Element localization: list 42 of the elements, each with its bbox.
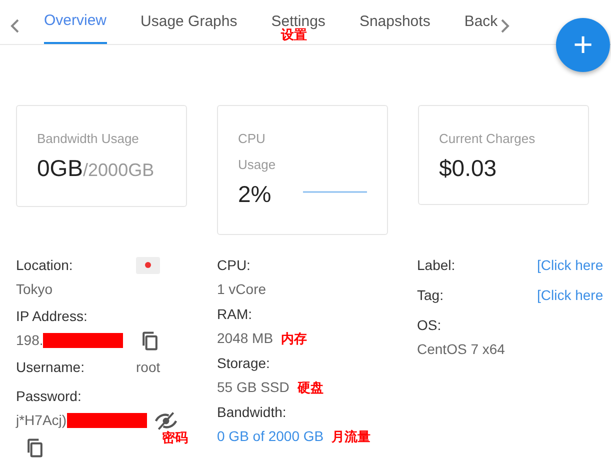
field-value: 2048 MB [217, 329, 274, 348]
annotation-text: 密码 [162, 428, 188, 447]
tab[interactable]: Back [464, 0, 498, 44]
field-value: 55 GB SSD [217, 378, 290, 397]
tab[interactable]: Settings 设置 [271, 0, 326, 44]
field-value: j*H7Acj) [16, 411, 67, 430]
bandwidth-link[interactable]: 0 GB of 2000 GB [217, 424, 324, 449]
card-value: 2% [238, 180, 272, 209]
card-subtitle: Usage [238, 156, 277, 174]
field-value: root [136, 358, 160, 377]
eye-slash-icon[interactable] [154, 410, 177, 432]
field-label: Bandwidth: [217, 403, 286, 422]
annotation-text: 硬盘 [297, 378, 324, 397]
field-label: Storage: [217, 354, 270, 373]
card-value: $0.03 [439, 154, 498, 183]
add-button[interactable]: + [556, 18, 610, 72]
field-label: Tag: [417, 286, 444, 305]
card-title: Current Charges [439, 130, 536, 148]
annotation-text: 内存 [281, 330, 308, 348]
field-value: 198. [16, 331, 44, 350]
click-here-link[interactable]: [Click here [537, 283, 604, 307]
field-label: Location: [16, 256, 74, 275]
field-value: 1 vCore [217, 280, 266, 299]
tab[interactable]: Overview [44, 0, 107, 44]
field-label: Label: [417, 256, 456, 275]
tab[interactable]: Usage Graphs [140, 0, 238, 44]
field-label: CPU: [217, 256, 250, 275]
field-label: Password: [16, 387, 82, 406]
annotation-text: 月流量 [332, 428, 371, 446]
field-label: OS: [417, 316, 442, 335]
field-value: CentOS 7 x64 [417, 340, 505, 359]
card-title: Bandwidth Usage [37, 130, 140, 148]
card-title: CPU [238, 130, 266, 148]
tab[interactable]: Snapshots [359, 0, 430, 44]
field-value: Tokyo [16, 280, 53, 299]
click-here-link[interactable]: [Click here [537, 253, 604, 277]
field-label: Username: [16, 358, 86, 377]
field-label: RAM: [217, 305, 252, 324]
card-value: 0GB/2000GB [37, 154, 156, 183]
sparkline [303, 189, 367, 195]
annotation-text: 设置 [281, 28, 308, 41]
field-label: IP Address: [16, 307, 88, 326]
